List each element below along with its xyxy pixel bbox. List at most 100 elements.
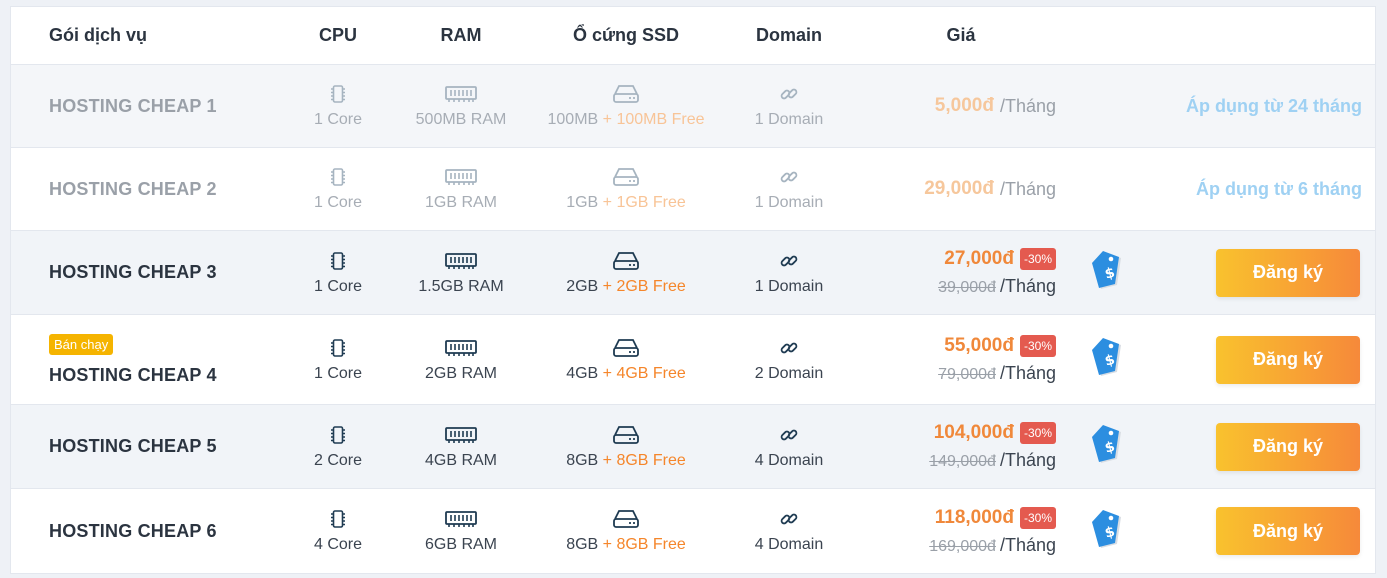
apply-note: Áp dụng từ 24 tháng [1185, 95, 1362, 116]
apply-note: Áp dụng từ 6 tháng [1195, 178, 1362, 199]
ram-spec: 4GB RAM [424, 451, 497, 469]
table-row: HOSTING CHEAP 2 1 Core 1GB RAM 1GB + 1GB… [11, 148, 1375, 231]
ssd-free: + 2GB Free [602, 277, 686, 295]
ram-module-icon [445, 83, 477, 105]
ssd-spec: 8GB + 8GB Free [566, 536, 686, 553]
cpu-spec: 2 Core [313, 451, 363, 469]
plan-price: 5,000đ [934, 95, 994, 116]
plan-name: HOSTING CHEAP 5 [49, 436, 217, 456]
plan-name: HOSTING CHEAP 4 [49, 364, 217, 385]
pricing-table: Gói dịch vụ CPU RAM Ổ cứng SSD Domain Gi… [10, 6, 1376, 574]
header-price: Giá [946, 25, 976, 45]
header-ssd: Ổ cứng SSD [572, 25, 680, 45]
old-price: 149,000đ [929, 453, 996, 470]
price-period: /Tháng [999, 450, 1056, 470]
price-tag-icon: $ [1091, 336, 1127, 383]
ssd-spec: 1GB + 1GB Free [566, 194, 686, 211]
ssd-free: + 100MB Free [602, 111, 705, 128]
ram-spec: 6GB RAM [424, 536, 497, 553]
old-price: 39,000đ [938, 279, 996, 296]
ssd-spec: 100MB + 100MB Free [547, 111, 705, 128]
price-period: /Tháng [999, 276, 1056, 296]
discount-badge: -30% [1019, 248, 1056, 270]
cpu-spec: 4 Core [313, 536, 363, 553]
ssd-spec: 8GB + 8GB Free [566, 451, 686, 469]
register-button[interactable]: Đăng ký [1216, 248, 1360, 297]
cpu-chip-icon [330, 166, 346, 188]
table-row: HOSTING CHEAP 6 4 Core 6GB RAM 8GB + 8GB… [11, 489, 1375, 573]
ssd-free: + 8GB Free [602, 536, 686, 553]
ssd-spec: 4GB + 4GB Free [566, 364, 686, 382]
table-header: Gói dịch vụ CPU RAM Ổ cứng SSD Domain Gi… [11, 7, 1375, 65]
discount-badge: -30% [1019, 506, 1056, 529]
price-tag-icon: $ [1091, 423, 1127, 470]
plan-price: 27,000đ [944, 248, 1014, 269]
ram-module-icon [445, 424, 477, 446]
cpu-chip-icon [330, 508, 346, 530]
domain-spec: 2 Domain [754, 364, 824, 382]
ssd-spec: 2GB + 2GB Free [566, 277, 686, 295]
cpu-chip-icon [330, 424, 346, 446]
ram-module-icon [445, 250, 477, 272]
table-row: HOSTING CHEAP 1 1 Core 500MB RAM 100MB +… [11, 65, 1375, 148]
price-period: /Tháng [999, 363, 1056, 383]
ram-spec: 1GB RAM [424, 194, 497, 211]
header-package: Gói dịch vụ [49, 25, 148, 45]
price-period: /Tháng [999, 178, 1056, 199]
plan-name: HOSTING CHEAP 2 [49, 178, 217, 199]
ram-spec: 500MB RAM [415, 111, 507, 128]
cpu-chip-icon [330, 83, 346, 105]
discount-badge: -30% [1019, 335, 1056, 357]
discount-badge: -30% [1019, 422, 1056, 444]
cpu-spec: 1 Core [313, 277, 363, 295]
table-row: HOSTING CHEAP 3 1 Core 1.5GB RAM 2GB + 2… [11, 231, 1375, 315]
bestseller-badge: Bán chạy [49, 333, 114, 355]
hard-drive-icon [612, 424, 640, 446]
link-icon [779, 508, 799, 530]
ram-module-icon [445, 166, 477, 188]
register-button[interactable]: Đăng ký [1216, 422, 1360, 471]
hard-drive-icon [612, 508, 640, 530]
hard-drive-icon [612, 337, 640, 359]
price-period: /Tháng [999, 95, 1056, 116]
link-icon [779, 250, 799, 272]
ssd-free: + 1GB Free [602, 194, 686, 211]
header-domain: Domain [755, 25, 822, 45]
header-ram: RAM [440, 25, 482, 45]
header-cpu: CPU [318, 25, 357, 45]
link-icon [779, 424, 799, 446]
old-price: 79,000đ [938, 366, 996, 383]
domain-spec: 4 Domain [754, 536, 824, 553]
plan-name: HOSTING CHEAP 6 [49, 520, 217, 541]
ram-module-icon [445, 508, 477, 530]
domain-spec: 1 Domain [754, 111, 824, 128]
register-button[interactable]: Đăng ký [1216, 507, 1360, 555]
table-row: HOSTING CHEAP 5 2 Core 4GB RAM 8GB + 8GB… [11, 405, 1375, 489]
plan-price: 29,000đ [924, 178, 994, 199]
link-icon [779, 166, 799, 188]
old-price: 169,000đ [929, 537, 996, 555]
ram-spec: 1.5GB RAM [418, 277, 504, 295]
hard-drive-icon [612, 250, 640, 272]
plan-name: HOSTING CHEAP 3 [49, 262, 217, 282]
ram-spec: 2GB RAM [424, 364, 497, 382]
price-tag-icon: $ [1091, 508, 1127, 555]
domain-spec: 1 Domain [754, 194, 824, 211]
domain-spec: 4 Domain [754, 451, 824, 469]
ssd-free: + 4GB Free [602, 364, 686, 382]
cpu-spec: 1 Core [313, 194, 363, 211]
hard-drive-icon [612, 83, 640, 105]
plan-name: HOSTING CHEAP 1 [49, 95, 217, 116]
plan-price: 55,000đ [944, 335, 1014, 356]
cpu-chip-icon [330, 250, 346, 272]
link-icon [779, 337, 799, 359]
domain-spec: 1 Domain [754, 277, 824, 295]
cpu-spec: 1 Core [313, 364, 363, 382]
cpu-chip-icon [330, 337, 346, 359]
cpu-spec: 1 Core [313, 111, 363, 128]
plan-price: 104,000đ [933, 422, 1014, 443]
price-period: /Tháng [999, 534, 1056, 555]
register-button[interactable]: Đăng ký [1216, 335, 1360, 384]
link-icon [779, 83, 799, 105]
ssd-free: + 8GB Free [602, 451, 686, 469]
